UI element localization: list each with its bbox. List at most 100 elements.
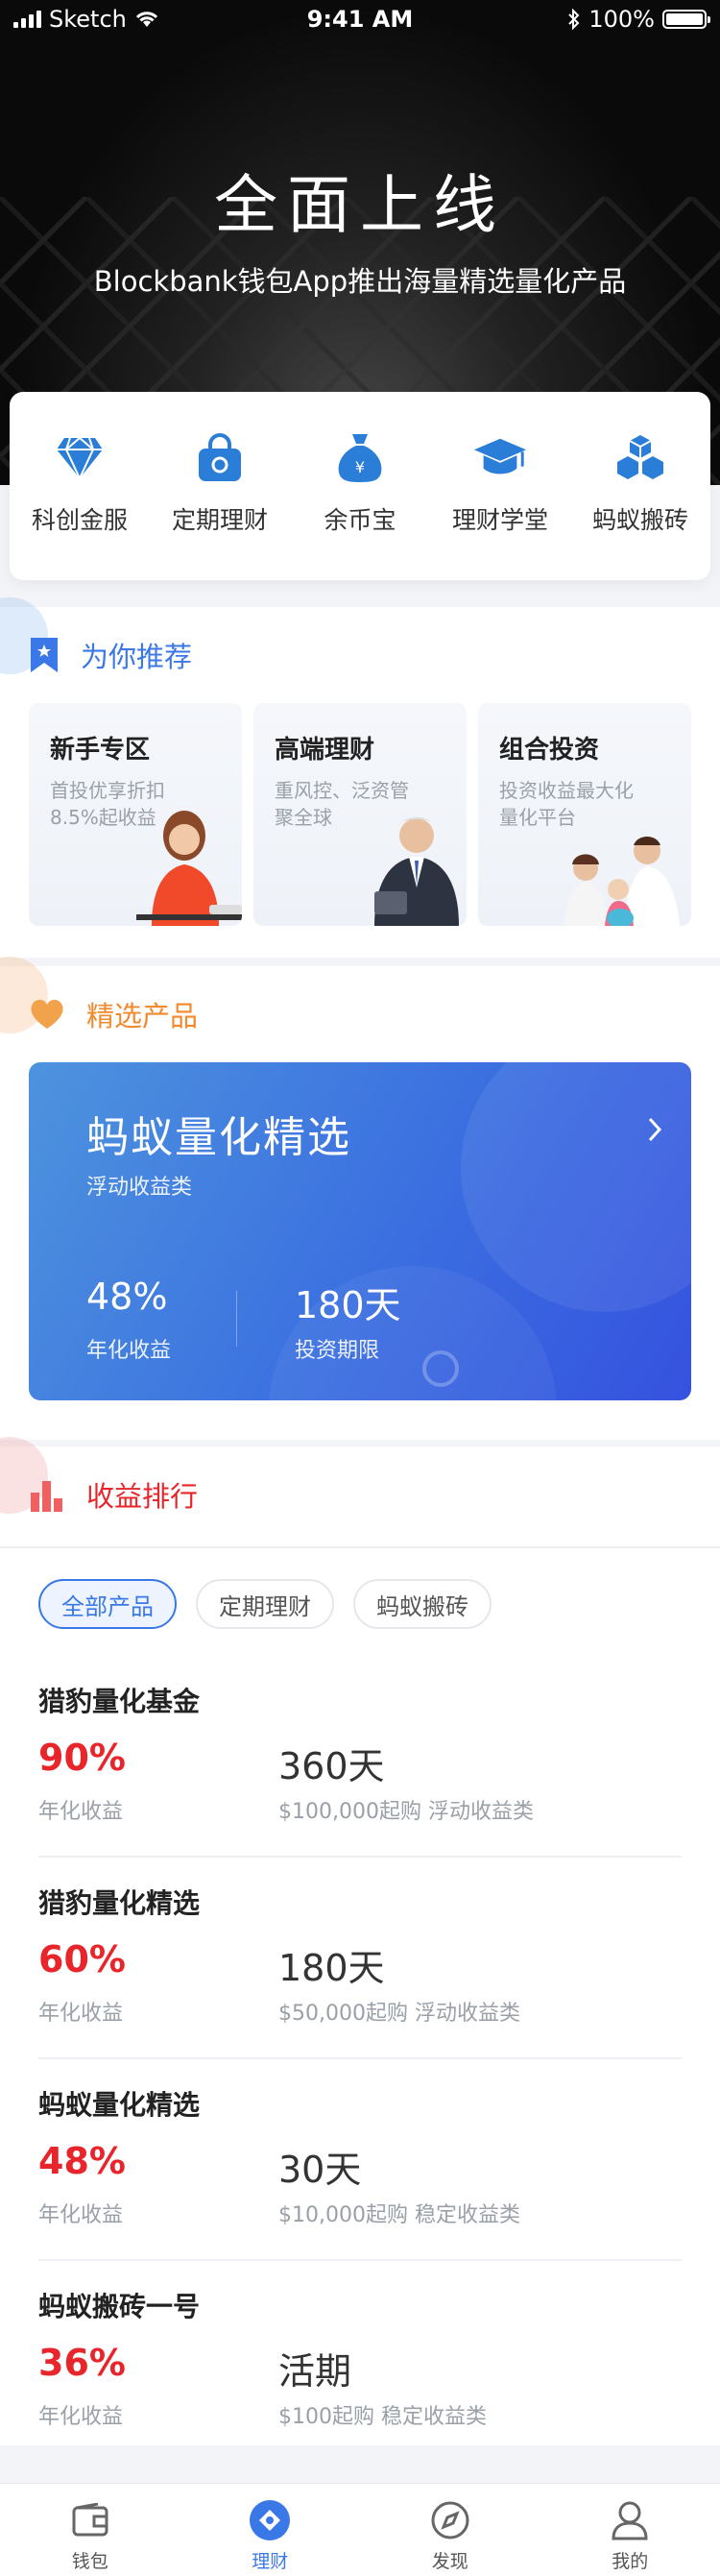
wallet-icon	[69, 2499, 111, 2541]
divider	[236, 1291, 237, 1347]
recommend-card-title: 组合投资	[499, 736, 600, 765]
quick-item-banzhuan[interactable]: 蚂蚁搬砖	[578, 430, 703, 580]
tab-bar: 钱包 理财 发现 我的	[0, 2483, 720, 2576]
heart-icon	[31, 999, 63, 1029]
recommend-card-portfolio[interactable]: 组合投资 投资收益最大化量化平台	[478, 703, 691, 926]
tab-wallet[interactable]: 钱包	[0, 2484, 180, 2576]
tab-label: 我的	[612, 2551, 649, 2572]
product-detail: $100,000起购 浮动收益类	[278, 1800, 534, 1824]
quick-item-label: 蚂蚁搬砖	[591, 506, 688, 534]
product-rate-label: 年化收益	[38, 2405, 124, 2429]
product-name: 猎豹量化基金	[38, 1686, 201, 1717]
product-period: 活期	[278, 2350, 352, 2393]
recommend-card-newbie[interactable]: 新手专区 首投优享折扣8.5%起收益	[29, 703, 242, 926]
ranking-section: 收益排行 全部产品 定期理财 蚂蚁搬砖 猎豹量化基金 90% 年化收益 360天…	[0, 1437, 720, 2445]
product-rate-label: 年化收益	[38, 2203, 124, 2227]
product-rate: 48%	[38, 2140, 126, 2182]
ranking-list: 猎豹量化基金 90% 年化收益 360天 $100,000起购 浮动收益类 猎豹…	[38, 1656, 682, 2463]
quick-item-fixed-term[interactable]: 定期理财	[157, 430, 282, 580]
recommend-card-title: 高端理财	[275, 736, 375, 765]
svg-text:¥: ¥	[355, 458, 365, 476]
quick-menu: 科创金服 定期理财 ¥ 余币宝 理财学堂 蚂蚁搬砖	[10, 392, 710, 580]
product-rate: 60%	[38, 1938, 126, 1981]
product-rate: 36%	[38, 2342, 126, 2384]
divider	[0, 1546, 720, 1548]
woman-illustration	[136, 811, 242, 926]
product-detail: $100起购 稳定收益类	[278, 2405, 487, 2429]
ranking-item[interactable]: 猎豹量化精选 60% 年化收益 180天 $50,000起购 浮动收益类	[38, 1858, 682, 2059]
tab-finance[interactable]: 理财	[180, 2484, 361, 2576]
product-rate-label: 年化收益	[38, 2002, 124, 2026]
featured-rate: 48%	[86, 1276, 168, 1318]
product-period: 30天	[278, 2149, 362, 2191]
product-detail: $10,000起购 稳定收益类	[278, 2203, 520, 2227]
recommend-card-desc: 投资收益最大化量化平台	[499, 779, 634, 829]
finance-icon	[249, 2499, 291, 2541]
tab-label: 钱包	[71, 2551, 108, 2572]
ranking-item[interactable]: 猎豹量化基金 90% 年化收益 360天 $100,000起购 浮动收益类	[38, 1656, 682, 1858]
quick-item-academy[interactable]: 理财学堂	[438, 430, 563, 580]
diamond-icon	[52, 430, 108, 486]
tab-label: 理财	[252, 2551, 289, 2572]
battery-percent: 100%	[588, 6, 655, 33]
featured-section: 精选产品 蚂蚁量化精选 浮动收益类 48% 年化收益 180天 投资期限	[0, 957, 720, 1440]
ranking-item[interactable]: 蚂蚁量化精选 48% 年化收益 30天 $10,000起购 稳定收益类	[38, 2059, 682, 2261]
quick-item-label: 定期理财	[171, 506, 268, 534]
product-rate: 90%	[38, 1737, 126, 1779]
recommend-card-premium[interactable]: 高端理财 重风控、泛资管聚全球	[253, 703, 467, 926]
hero-title: 全面上线	[214, 168, 506, 242]
featured-period: 180天	[295, 1284, 401, 1326]
tab-label: 发现	[431, 2551, 468, 2572]
decor-bubble	[461, 1062, 691, 1312]
filter-fixed-term[interactable]: 定期理财	[196, 1579, 334, 1629]
product-name: 猎豹量化精选	[38, 1887, 201, 1919]
product-rate-label: 年化收益	[38, 1800, 124, 1824]
featured-header: 精选产品	[29, 966, 198, 1062]
status-bar: Sketch 9:41 AM 100%	[0, 0, 720, 38]
quick-item-label: 余币宝	[324, 506, 396, 534]
featured-period-label: 投资期限	[295, 1339, 380, 1363]
featured-product-type: 浮动收益类	[86, 1176, 193, 1200]
user-icon	[609, 2499, 651, 2541]
product-name: 蚂蚁搬砖一号	[38, 2291, 201, 2322]
recommend-cards: 新手专区 首投优享折扣8.5%起收益 高端理财 重风控、泛资管聚全球 组合投资 …	[29, 703, 691, 926]
quick-item-kechuang[interactable]: 科创金服	[17, 430, 142, 580]
decor-ring	[422, 1350, 459, 1387]
recommend-header: 为你推荐	[29, 607, 192, 703]
product-name: 蚂蚁量化精选	[38, 2089, 201, 2121]
ranking-title: 收益排行	[86, 1480, 199, 1513]
bookmark-star-icon	[31, 638, 58, 672]
money-bag-icon: ¥	[332, 430, 388, 486]
battery-icon	[662, 10, 710, 29]
chevron-right-icon[interactable]	[647, 1116, 662, 1143]
featured-rate-label: 年化收益	[86, 1339, 172, 1363]
ranking-item[interactable]: 蚂蚁搬砖一号 36% 年化收益 活期 $100起购 稳定收益类	[38, 2261, 682, 2463]
recommend-card-title: 新手专区	[50, 736, 151, 765]
featured-title: 精选产品	[86, 1000, 199, 1033]
filter-banzhuan[interactable]: 蚂蚁搬砖	[353, 1579, 492, 1629]
ranking-header: 收益排行	[29, 1446, 198, 1543]
quick-item-label: 理财学堂	[451, 506, 548, 534]
graduation-cap-icon	[472, 430, 528, 486]
bar-chart-icon	[31, 1481, 62, 1512]
hero-subtitle: Blockbank钱包App推出海量精选量化产品	[93, 265, 627, 298]
ranking-filters: 全部产品 定期理财 蚂蚁搬砖	[38, 1579, 492, 1629]
tab-me[interactable]: 我的	[540, 2484, 720, 2576]
lock-bag-icon	[192, 430, 248, 486]
businessman-illustration	[374, 817, 459, 926]
featured-product-card[interactable]: 蚂蚁量化精选 浮动收益类 48% 年化收益 180天 投资期限	[29, 1062, 691, 1400]
tab-discover[interactable]: 发现	[360, 2484, 540, 2576]
product-period: 180天	[278, 1947, 385, 1989]
featured-product-name: 蚂蚁量化精选	[86, 1113, 351, 1162]
product-detail: $50,000起购 浮动收益类	[278, 2002, 520, 2026]
quick-item-yubibao[interactable]: ¥ 余币宝	[298, 430, 422, 580]
compass-icon	[429, 2499, 471, 2541]
product-period: 360天	[278, 1745, 385, 1787]
quick-item-label: 科创金服	[31, 506, 128, 534]
filter-all-products[interactable]: 全部产品	[38, 1579, 177, 1629]
bluetooth-icon	[568, 9, 580, 30]
recommend-title: 为你推荐	[81, 641, 193, 673]
blocks-icon	[612, 430, 668, 486]
family-illustration	[564, 837, 680, 926]
recommend-section: 为你推荐 新手专区 首投优享折扣8.5%起收益 高端理财 重风控、泛资管聚全球	[0, 597, 720, 958]
